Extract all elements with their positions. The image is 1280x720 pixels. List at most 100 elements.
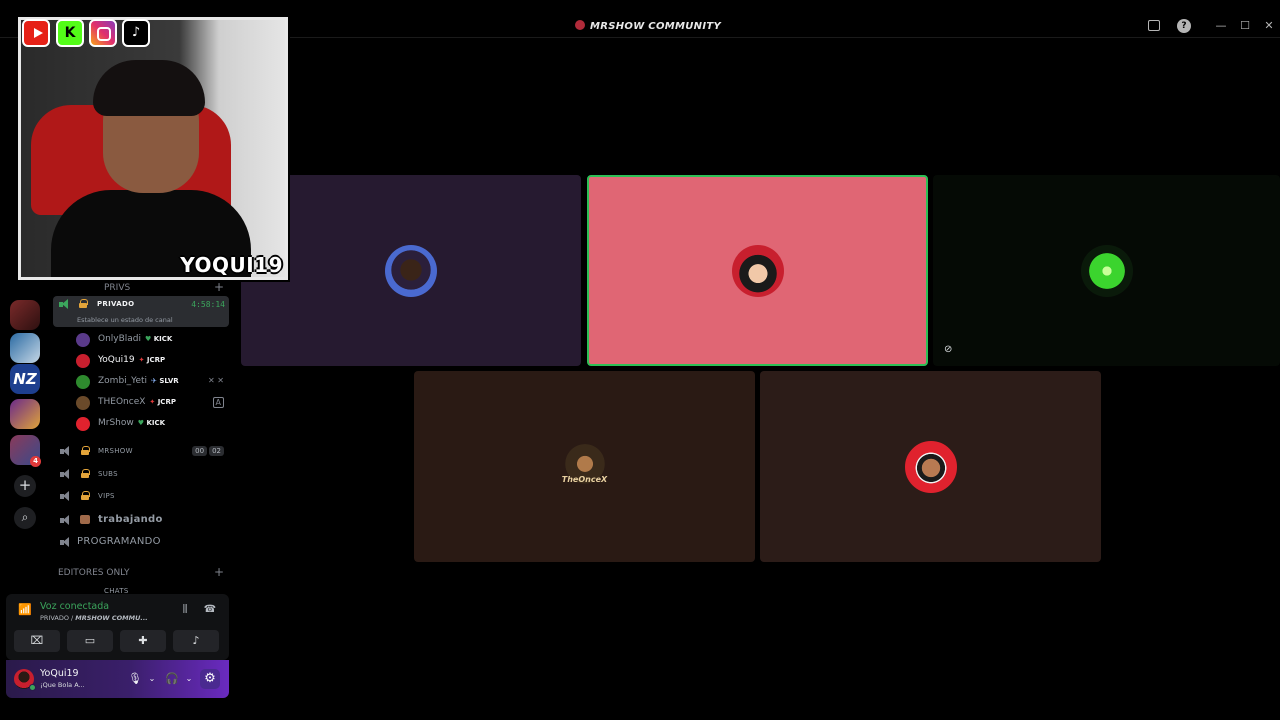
custom-status: ¡Que Bola A... (40, 681, 85, 689)
voice-member[interactable]: YoQui19 ✦ JCRP (76, 352, 228, 370)
speaker-icon (60, 469, 72, 480)
speaker-icon (60, 515, 72, 526)
screen-share-button[interactable]: ▭ (67, 630, 113, 652)
voice-location[interactable]: PRIVADO / MRSHOW COMMU... (40, 614, 148, 622)
member-tag: ✦ JCRP (149, 398, 176, 406)
channel-name: trabajando (98, 514, 163, 525)
member-tag: ✦ JCRP (138, 356, 166, 364)
video-tile-mrshow[interactable] (760, 371, 1101, 562)
inbox-icon[interactable] (1148, 20, 1160, 31)
voice-member[interactable]: MrShow ♥ KICK (76, 415, 228, 433)
avatar (76, 417, 90, 431)
avatar (385, 244, 437, 297)
call-timer: 4:58:14 (191, 300, 225, 309)
member-tag: ✈ SLVR (151, 377, 179, 385)
avatar (76, 375, 90, 389)
server-icon-c[interactable]: NZ (10, 364, 40, 394)
voice-connection-panel: 📶 Voz conectada PRIVADO / MRSHOW COMMU..… (6, 594, 229, 660)
streamer-name: YOQUI19 (180, 253, 283, 277)
avatar (76, 396, 90, 410)
speaker-icon (60, 537, 72, 548)
server-icon-b[interactable] (10, 333, 40, 363)
tiktok-icon: ♪ (122, 19, 150, 47)
server-folder-d[interactable] (10, 399, 40, 429)
voice-member[interactable]: OnlyBladi ♥ KICK (76, 331, 228, 349)
camera-off-button[interactable]: ⌧ (14, 630, 60, 652)
member-name: MrShow ♥ KICK (98, 418, 166, 428)
webcam-overlay: YOQUI19 (18, 17, 288, 280)
add-channel-icon[interactable]: + (214, 565, 224, 579)
deafened-icon: ⊘ (944, 344, 953, 355)
video-tile-yoqui19[interactable] (587, 175, 928, 366)
member-name: YoQui19 ✦ JCRP (98, 355, 166, 365)
signal-icon: 📶 (18, 603, 32, 616)
channel-list: PRIVS + PRIVADO 4:58:14 Establece un est… (48, 280, 234, 598)
channel-name: VIPS (98, 492, 115, 500)
briefcase-icon (80, 515, 90, 524)
member-tag: ♥ KICK (137, 419, 166, 427)
disconnect-icon[interactable]: ☎ (203, 604, 217, 616)
server-icon (574, 20, 585, 30)
youtube-icon (22, 19, 50, 47)
lock-icon (81, 491, 90, 500)
activity-icon: A (212, 397, 224, 408)
add-server-button[interactable]: + (14, 475, 36, 497)
voice-channel-vips[interactable]: VIPS (54, 488, 228, 506)
category-editors[interactable]: EDITORES ONLY (58, 568, 130, 578)
member-tag: ♥ KICK (145, 335, 173, 343)
avatar (904, 440, 957, 493)
kick-icon: K (56, 19, 84, 47)
voice-channel-trabajando[interactable]: trabajando (54, 512, 228, 530)
active-channel[interactable]: PRIVADO 4:58:14 Establece un estado de c… (53, 296, 229, 327)
muted-icons: ✕ ✕ (208, 376, 224, 385)
headphones-icon[interactable]: 🎧 (165, 672, 179, 686)
video-tile-zombi-yeti[interactable] (933, 175, 1280, 366)
speaker-icon (60, 491, 72, 502)
user-panel: YoQui19 ¡Que Bola A... 🎙 ⌄ 🎧 ⌄ ⚙ (6, 660, 229, 698)
channel-status-prompt[interactable]: Establece un estado de canal (77, 316, 173, 324)
speaker-icon (59, 299, 71, 310)
microphone-icon[interactable]: 🎙 (128, 672, 142, 686)
voice-member[interactable]: THEOnceX ✦ JCRP A (76, 394, 228, 412)
member-name: Zombi_Yeti ✈ SLVR (98, 376, 179, 386)
avatar (1080, 244, 1133, 297)
settings-gear-icon[interactable]: ⚙ (200, 669, 220, 689)
soundboard-button[interactable]: ♪ (173, 630, 219, 652)
voice-channel-programando[interactable]: PROGRAMANDO (54, 534, 228, 552)
add-channel-icon[interactable]: + (214, 280, 224, 294)
chevron-down-icon[interactable]: ⌄ (183, 672, 195, 686)
minimize-icon[interactable]: — (1214, 19, 1228, 33)
maximize-icon[interactable]: ☐ (1238, 19, 1252, 33)
lock-icon (79, 299, 88, 308)
member-name: OnlyBladi ♥ KICK (98, 334, 173, 344)
notification-badge: 4 (30, 456, 41, 467)
category-privs[interactable]: PRIVS (104, 283, 130, 293)
avatar (731, 244, 784, 297)
avatar: TheOnceX (558, 440, 611, 493)
channel-name: SUBS (98, 470, 118, 478)
streamer-hair (93, 60, 205, 116)
channel-name: PRIVADO (97, 300, 135, 308)
activities-button[interactable]: ✚ (120, 630, 166, 652)
speaker-icon (60, 446, 72, 457)
instagram-icon (89, 19, 117, 47)
user-count: 00 02 (190, 446, 224, 456)
video-tile-theoncex[interactable]: TheOnceX (414, 371, 755, 562)
channel-name: MRSHOW (98, 447, 133, 455)
explore-button[interactable]: ⌕ (14, 507, 36, 529)
voice-status[interactable]: Voz conectada (40, 601, 109, 612)
video-tile-onlybladi[interactable] (241, 175, 581, 366)
username[interactable]: YoQui19 (40, 668, 79, 679)
voice-member[interactable]: Zombi_Yeti ✈ SLVR ✕ ✕ (76, 373, 228, 391)
online-status-icon (29, 684, 36, 691)
close-icon[interactable]: ✕ (1262, 19, 1276, 33)
avatar-text: TheOnceX (561, 474, 608, 484)
chevron-down-icon[interactable]: ⌄ (146, 672, 158, 686)
voice-channel-subs[interactable]: SUBS (54, 466, 228, 484)
noise-suppression-icon[interactable]: ⫼ (178, 604, 192, 616)
avatar (76, 354, 90, 368)
channel-name: PROGRAMANDO (77, 536, 161, 547)
server-icon-a[interactable] (10, 300, 40, 330)
voice-channel-mrshow[interactable]: MRSHOW 00 02 (54, 443, 228, 461)
help-icon[interactable]: ? (1177, 19, 1191, 33)
